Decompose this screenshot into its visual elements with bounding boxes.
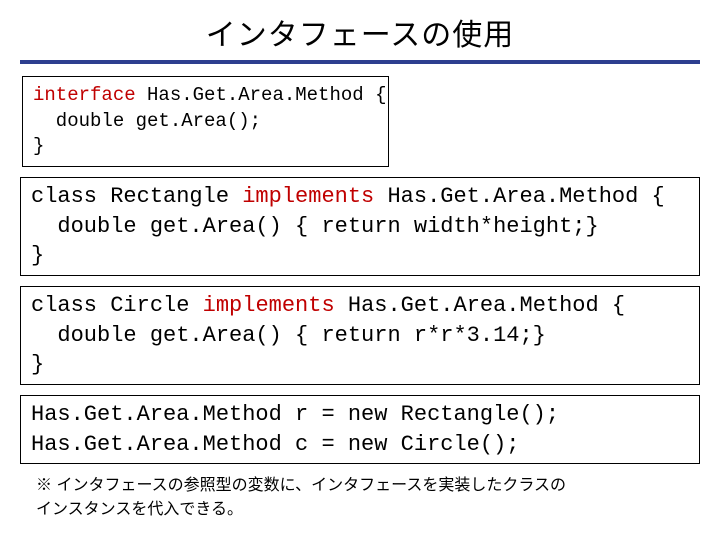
- code-text: double get.Area() { return width*height;…: [31, 214, 599, 239]
- slide-title: インタフェースの使用: [20, 10, 700, 54]
- code-box-usage: Has.Get.Area.Method r = new Rectangle();…: [20, 395, 700, 464]
- footnote-line: ※ インタフェースの参照型の変数に、インタフェースを実装したクラスの: [36, 477, 566, 494]
- keyword-interface: interface: [33, 84, 136, 106]
- code-text: double get.Area() { return r*r*3.14;}: [31, 323, 546, 348]
- footnote: ※ インタフェースの参照型の変数に、インタフェースを実装したクラスの インスタン…: [20, 474, 700, 522]
- code-box-rectangle: class Rectangle implements Has.Get.Area.…: [20, 177, 700, 276]
- code-box-circle: class Circle implements Has.Get.Area.Met…: [20, 286, 700, 385]
- code-text: Has.Get.Area.Method {: [136, 84, 387, 106]
- code-text: }: [33, 135, 44, 157]
- code-text: Has.Get.Area.Method c = new Circle();: [31, 432, 519, 457]
- code-text: Has.Get.Area.Method {: [374, 184, 664, 209]
- code-box-interface: interface Has.Get.Area.Method { double g…: [22, 76, 389, 167]
- code-text: Has.Get.Area.Method {: [335, 293, 625, 318]
- keyword-implements: implements: [242, 184, 374, 209]
- code-text: class Circle: [31, 293, 203, 318]
- code-text: Has.Get.Area.Method r = new Rectangle();: [31, 402, 559, 427]
- keyword-implements: implements: [203, 293, 335, 318]
- code-text: }: [31, 352, 44, 377]
- title-underline: [20, 60, 700, 64]
- footnote-line: インスタンスを代入できる。: [36, 501, 243, 518]
- code-text: class Rectangle: [31, 184, 242, 209]
- code-text: double get.Area();: [33, 110, 261, 132]
- code-text: }: [31, 243, 44, 268]
